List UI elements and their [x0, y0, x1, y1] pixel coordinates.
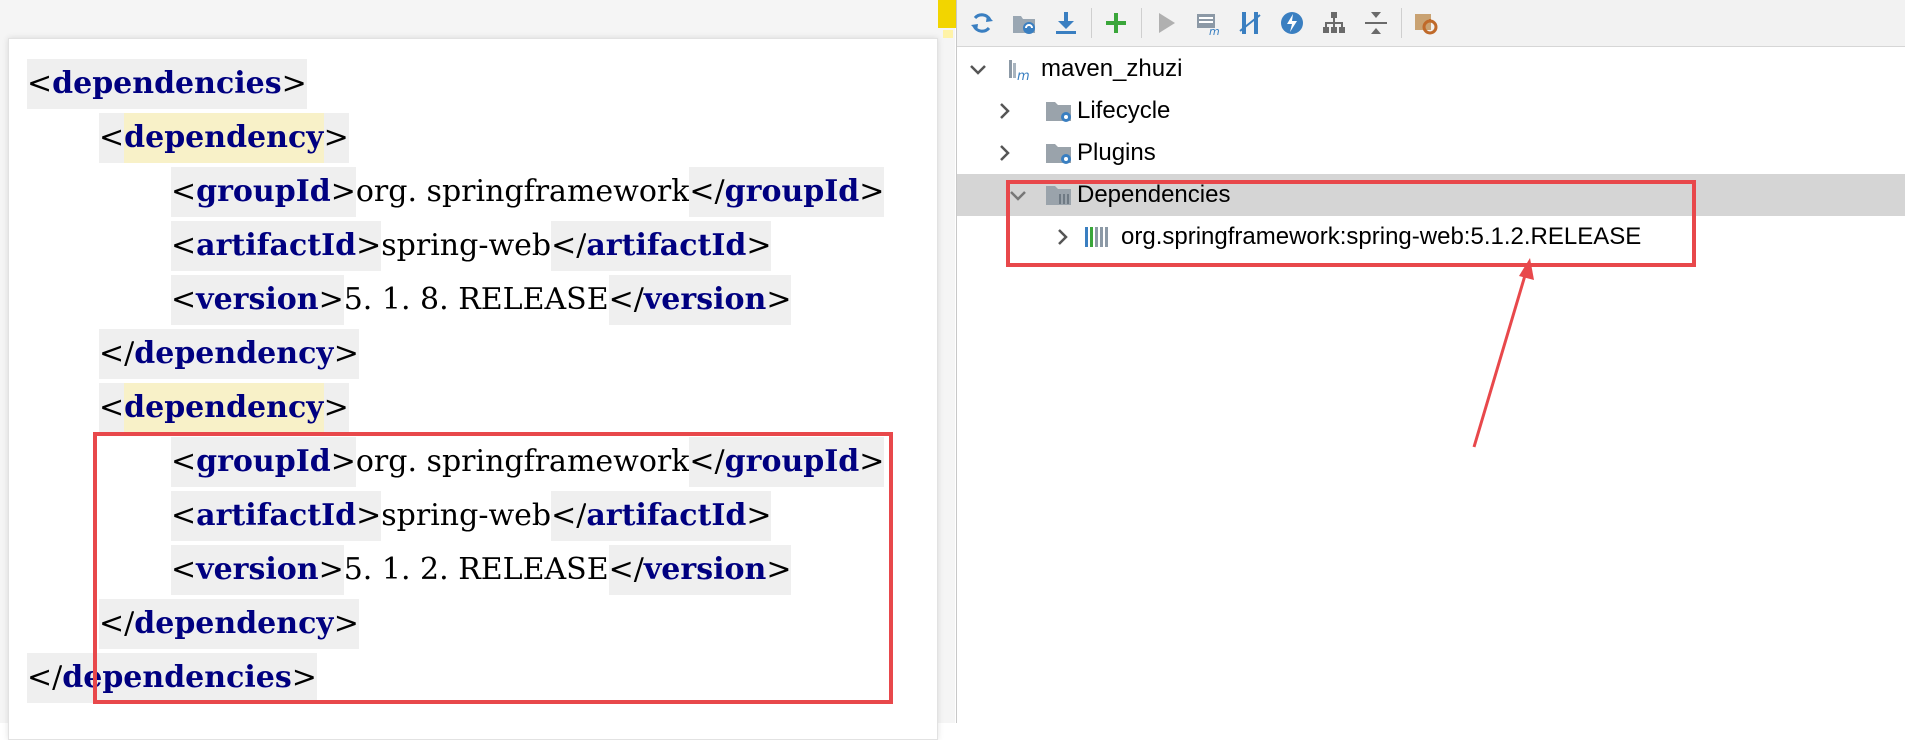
code-line[interactable]: <version>5. 1. 8. RELEASE</version> — [171, 275, 792, 325]
xml-tag-name: groupId — [196, 167, 331, 217]
toggle-offline-button[interactable] — [1233, 6, 1267, 40]
download-button[interactable] — [1049, 6, 1083, 40]
tag-bracket: > — [330, 167, 356, 217]
skip-tests-icon — [1281, 12, 1303, 34]
tag-bracket: < — [99, 113, 125, 163]
toolbar-separator — [1401, 8, 1402, 38]
add-project-button[interactable] — [1099, 6, 1133, 40]
tag-bracket: < — [99, 383, 125, 433]
xml-tag-name: version — [643, 275, 767, 325]
project-label: maven_zhuzi — [1041, 55, 1183, 82]
show-dependencies-icon — [1323, 12, 1345, 33]
tag-bracket: > — [746, 221, 772, 271]
generate-sources-button[interactable] — [1007, 6, 1041, 40]
reload-button[interactable] — [965, 6, 999, 40]
tag-bracket: > — [318, 275, 344, 325]
xml-editor-pane[interactable]: <dependencies> <dependency> <groupId>org. … — [0, 0, 956, 740]
maven-settings-button[interactable] — [1409, 6, 1443, 40]
run-icon — [1159, 13, 1175, 33]
svg-text:m: m — [1017, 69, 1030, 82]
xml-value: spring-web — [381, 228, 552, 263]
maven-settings-icon — [1415, 14, 1438, 35]
xml-tag-name: dependency — [134, 329, 334, 379]
tag-bracket: </ — [27, 653, 63, 703]
run-button[interactable] — [1149, 6, 1183, 40]
tag-bracket: < — [27, 59, 53, 109]
tag-bracket: </ — [99, 329, 135, 379]
tag-bracket: > — [281, 59, 307, 109]
xml-tag-name: artifactId — [586, 221, 747, 271]
xml-tag-name: groupId — [724, 167, 860, 217]
xml-tag-name: dependency — [124, 383, 324, 433]
tag-bracket: < — [171, 221, 197, 271]
execute-goal-button[interactable]: m — [1191, 6, 1225, 40]
plugins-label: Plugins — [1077, 139, 1156, 166]
scroll-marker-light — [943, 30, 953, 38]
reload-icon — [971, 13, 993, 33]
tag-bracket: > — [323, 113, 349, 163]
skip-tests-button[interactable] — [1275, 6, 1309, 40]
code-line[interactable]: </dependency> — [99, 329, 359, 379]
add-icon — [1106, 13, 1126, 33]
chevron-down-icon — [970, 65, 986, 75]
maven-tool-window[interactable]: m m maven_zhuzi Lifecycle Plugins Depend… — [957, 0, 1905, 723]
tag-bracket: </ — [689, 167, 725, 217]
scroll-marker — [938, 0, 956, 28]
tag-bracket: > — [859, 167, 885, 217]
xml-tag-name: dependency — [124, 113, 324, 163]
lifecycle-label: Lifecycle — [1077, 97, 1171, 124]
tag-bracket: > — [766, 275, 792, 325]
tag-bracket: < — [171, 167, 197, 217]
code-line[interactable]: <dependency> — [99, 383, 349, 433]
tree-row-plugins[interactable]: Plugins — [957, 132, 1905, 174]
code-line[interactable]: <groupId>org. springframework</groupId> — [171, 167, 885, 217]
generate-sources-icon — [1013, 16, 1035, 34]
execute-goal-icon: m — [1197, 14, 1220, 37]
tag-bracket: </ — [608, 275, 644, 325]
code-line[interactable]: <dependencies> — [27, 59, 307, 109]
xml-tag-name: artifactId — [196, 221, 357, 271]
collapse-all-button[interactable] — [1359, 6, 1393, 40]
tag-bracket: </ — [551, 221, 587, 271]
svg-text:m: m — [1209, 25, 1220, 37]
code-highlight-box — [93, 432, 893, 704]
tag-bracket: > — [323, 383, 349, 433]
toggle-offline-icon — [1239, 12, 1261, 34]
xml-value: 5. 1. 8. RELEASE — [343, 282, 609, 317]
code-line[interactable]: <artifactId>spring-web</artifactId> — [171, 221, 772, 271]
code-line[interactable]: <dependency> — [99, 113, 349, 163]
xml-value: org. springframework — [355, 174, 690, 209]
show-dependencies-button[interactable] — [1317, 6, 1351, 40]
xml-tag-name: dependencies — [52, 59, 282, 109]
plugins-folder-icon — [1046, 144, 1071, 164]
maven-toolbar: m — [957, 0, 1905, 47]
toolbar-separator — [1141, 8, 1142, 38]
collapse-all-icon — [1365, 12, 1387, 34]
tag-bracket: > — [356, 221, 382, 271]
tag-bracket: < — [171, 275, 197, 325]
chevron-right-icon — [1000, 145, 1010, 161]
lifecycle-folder-icon — [1046, 102, 1071, 122]
tree-row-project[interactable]: m maven_zhuzi — [957, 48, 1905, 90]
toolbar-separator — [1091, 8, 1092, 38]
dependency-highlight-box — [1006, 180, 1696, 267]
tag-bracket: > — [333, 329, 359, 379]
xml-tag-name: version — [196, 275, 319, 325]
tree-row-lifecycle[interactable]: Lifecycle — [957, 90, 1905, 132]
chevron-right-icon — [1000, 103, 1010, 119]
download-icon — [1056, 12, 1076, 34]
maven-project-icon: m — [1009, 60, 1030, 82]
